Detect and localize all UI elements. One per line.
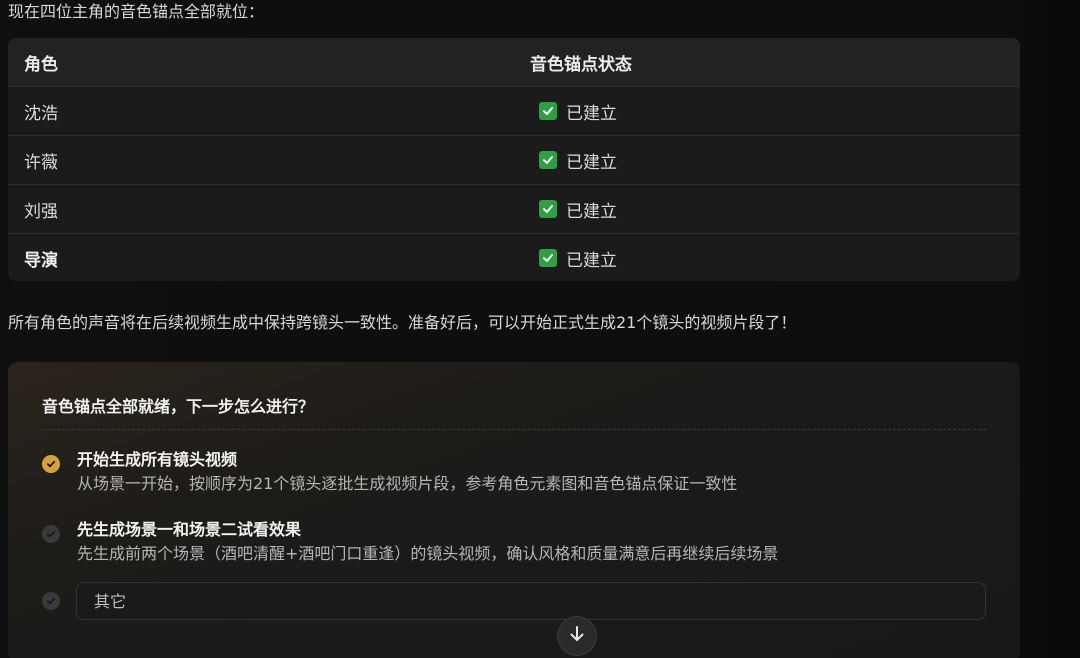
status-cell: 已建立: [514, 99, 1020, 124]
status-cell: 已建立: [514, 246, 1020, 271]
scroll-down-button[interactable]: [557, 616, 597, 656]
role-cell: 导演: [24, 250, 58, 271]
role-cell: 许薇: [24, 152, 58, 173]
summary-text: 所有角色的声音将在后续视频生成中保持跨镜头一致性。准备好后，可以开始正式生成21…: [8, 313, 797, 332]
status-label: 已建立: [566, 152, 617, 173]
voice-anchor-table: 角色 音色锚点状态 沈浩 已建立 许薇 已建立 刘强 已建立 导演 已建立: [8, 38, 1020, 281]
status-label: 已建立: [566, 103, 617, 124]
question-title: 音色锚点全部就绪，下一步怎么进行？: [42, 397, 315, 416]
arrow-down-icon: [568, 625, 586, 647]
question-card: 音色锚点全部就绪，下一步怎么进行？ 开始生成所有镜头视频 从场景一开始，按顺序为…: [8, 362, 1020, 658]
table-row: 导演 已建立: [8, 233, 1020, 281]
check-circle-icon: [42, 455, 60, 473]
table-header-row: 角色 音色锚点状态: [8, 38, 1020, 86]
option-description: 先生成前两个场景（酒吧清醒+酒吧门口重逢）的镜头视频，确认风格和质量满意后再继续…: [77, 544, 779, 563]
column-header-status: 音色锚点状态: [530, 54, 632, 75]
table-row: 刘强 已建立: [8, 184, 1020, 233]
option-title: 开始生成所有镜头视频: [77, 450, 238, 469]
table-row: 许薇 已建立: [8, 135, 1020, 184]
divider: [42, 429, 986, 430]
checkbox-checked-icon: [539, 200, 557, 218]
chat-page: 现在四位主角的音色锚点全部就位： 角色 音色锚点状态 沈浩 已建立 许薇 已建立: [0, 0, 1080, 658]
other-input[interactable]: [76, 582, 986, 620]
checkbox-checked-icon: [539, 102, 557, 120]
status-cell: 已建立: [514, 148, 1020, 173]
check-circle-icon[interactable]: [42, 592, 60, 610]
column-header-role: 角色: [24, 54, 58, 75]
table-row: 沈浩 已建立: [8, 86, 1020, 135]
checkbox-checked-icon: [539, 249, 557, 267]
option-title: 先生成场景一和场景二试看效果: [77, 520, 302, 539]
status-label: 已建立: [566, 250, 617, 271]
role-cell: 沈浩: [24, 103, 58, 124]
option-description: 从场景一开始，按顺序为21个镜头逐批生成视频片段，参考角色元素图和音色锚点保证一…: [77, 474, 738, 493]
checkbox-checked-icon: [539, 151, 557, 169]
intro-text: 现在四位主角的音色锚点全部就位：: [8, 2, 265, 21]
check-circle-icon: [42, 525, 60, 543]
status-cell: 已建立: [514, 197, 1020, 222]
role-cell: 刘强: [24, 201, 58, 222]
status-label: 已建立: [566, 201, 617, 222]
